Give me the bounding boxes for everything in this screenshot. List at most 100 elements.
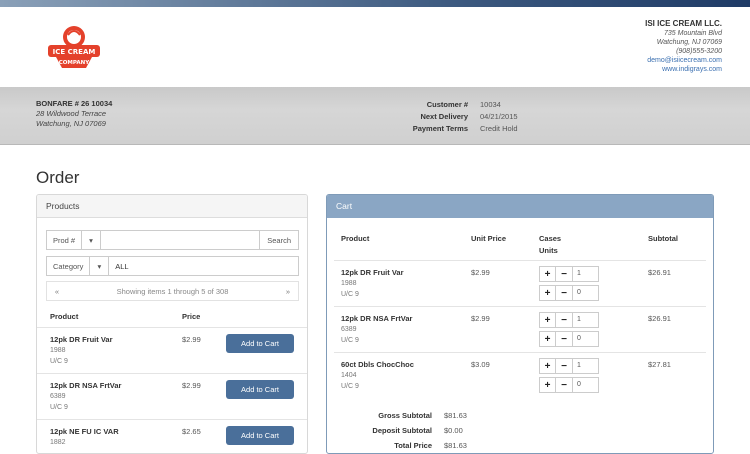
customer-name: BONFARE # 26 10034 — [36, 99, 113, 108]
units-stepper: + − 0 — [539, 331, 599, 347]
company-info: ISI ICE CREAM LLC. 735 Mountain Blvd Wat… — [645, 19, 722, 74]
cases-stepper: + − 1 — [539, 312, 599, 328]
decrement-units-button[interactable]: − — [556, 331, 573, 347]
cart-col-product: Product — [341, 234, 370, 243]
product-name: 12pk DR NSA FrtVar — [50, 381, 122, 390]
search-field-dropdown[interactable]: Prod # — [47, 231, 83, 249]
product-code: 6389 — [50, 393, 66, 400]
cart-item-price: $2.99 — [471, 314, 490, 323]
minus-icon: − — [561, 333, 567, 345]
plus-icon: + — [544, 333, 551, 345]
col-product: Product — [50, 312, 79, 321]
product-search-input[interactable] — [101, 231, 259, 249]
cases-input[interactable]: 1 — [573, 358, 599, 374]
product-price: $2.65 — [182, 427, 201, 436]
add-to-cart-button[interactable]: Add to Cart — [226, 380, 294, 399]
product-code: 1988 — [50, 347, 66, 354]
units-input[interactable]: 0 — [573, 331, 599, 347]
next-delivery-value: 04/21/2015 — [480, 112, 518, 121]
company-phone: (908)555-3200 — [676, 48, 722, 55]
decrement-units-button[interactable]: − — [556, 377, 573, 393]
category-dropdown[interactable]: Category — [47, 257, 91, 275]
units-input[interactable]: 0 — [573, 377, 599, 393]
cart-item-code: 6389 — [341, 326, 357, 333]
gross-subtotal-label: Gross Subtotal — [378, 411, 432, 420]
cart-item-price: $3.09 — [471, 360, 490, 369]
logo-text-line2: COMPANY — [59, 60, 91, 66]
cases-input[interactable]: 1 — [573, 266, 599, 282]
next-delivery-row: Next Delivery 04/21/2015 — [408, 111, 518, 123]
category-label: Category — [53, 261, 84, 271]
units-stepper: + − 0 — [539, 377, 599, 393]
company-address-1: 735 Mountain Blvd — [664, 30, 722, 37]
product-row: 12pk NE FU IC VAR 1882 $2.65 Add to Cart — [37, 419, 307, 453]
increment-cases-button[interactable]: + — [539, 358, 556, 374]
add-to-cart-button[interactable]: Add to Cart — [226, 334, 294, 353]
cart-item-unit-count: U/C 9 — [341, 383, 359, 390]
search-field-caret[interactable]: ▾ — [82, 231, 101, 249]
product-name: 12pk DR Fruit Var — [50, 335, 113, 344]
company-name: ISI ICE CREAM LLC. — [645, 19, 722, 28]
product-name: 12pk NE FU IC VAR — [50, 427, 119, 436]
deposit-subtotal-label: Deposit Subtotal — [372, 426, 432, 435]
add-to-cart-button[interactable]: Add to Cart — [226, 426, 294, 445]
cart-row: 60ct Dbls ChocChoc 1404 U/C 9 $3.09 + − … — [334, 352, 706, 398]
product-price: $2.99 — [182, 335, 201, 344]
cases-stepper: + − 1 — [539, 358, 599, 374]
increment-units-button[interactable]: + — [539, 331, 556, 347]
plus-icon: + — [544, 360, 551, 372]
payment-terms-value: Credit Hold — [480, 124, 518, 133]
minus-icon: − — [561, 360, 567, 372]
units-input[interactable]: 0 — [573, 285, 599, 301]
top-accent-bar — [0, 0, 750, 7]
decrement-cases-button[interactable]: − — [556, 312, 573, 328]
search-button[interactable]: Search — [259, 231, 298, 249]
cart-item-unit-count: U/C 9 — [341, 337, 359, 344]
gross-subtotal-value: $81.63 — [444, 411, 467, 420]
plus-icon: + — [544, 287, 551, 299]
decrement-cases-button[interactable]: − — [556, 266, 573, 282]
company-web-link[interactable]: www.indigrays.com — [645, 65, 722, 74]
customer-address-2: Watchung, NJ 07069 — [36, 119, 106, 128]
increment-cases-button[interactable]: + — [539, 312, 556, 328]
minus-icon: − — [561, 379, 567, 391]
increment-units-button[interactable]: + — [539, 285, 556, 301]
decrement-cases-button[interactable]: − — [556, 358, 573, 374]
plus-icon: + — [544, 268, 551, 280]
deposit-subtotal-value: $0.00 — [444, 426, 463, 435]
caret-down-icon: ▾ — [89, 235, 93, 245]
search-field-label: Prod # — [53, 235, 76, 245]
product-price: $2.99 — [182, 381, 201, 390]
company-email-link[interactable]: demo@isiicecream.com — [645, 56, 722, 65]
products-panel: Products Prod # ▾ Search Category ▾ ALL … — [36, 194, 308, 454]
minus-icon: − — [561, 314, 567, 326]
cart-item-code: 1404 — [341, 372, 357, 379]
cart-item-unit-count: U/C 9 — [341, 291, 359, 298]
customer-address: BONFARE # 26 10034 28 Wildwood Terrace W… — [36, 99, 112, 129]
decrement-units-button[interactable]: − — [556, 285, 573, 301]
cart-col-cases: Cases — [539, 234, 562, 243]
cart-col-units: Units — [539, 246, 558, 255]
category-caret[interactable]: ▾ — [90, 257, 110, 275]
customer-bar: BONFARE # 26 10034 28 Wildwood Terrace W… — [0, 87, 750, 145]
cases-input[interactable]: 1 — [573, 312, 599, 328]
pager-next-button[interactable]: » — [278, 287, 298, 296]
category-value[interactable]: ALL — [109, 262, 134, 271]
cart-col-subtotal: Subtotal — [648, 234, 678, 243]
cart-row: 12pk DR Fruit Var 1988 U/C 9 $2.99 + − 1… — [334, 260, 706, 306]
page-title: Order — [36, 168, 80, 187]
cart-item-subtotal: $26.91 — [648, 268, 671, 277]
product-unit-count: U/C 9 — [50, 358, 68, 365]
customer-details: Customer # 10034 Next Delivery 04/21/201… — [408, 99, 518, 135]
pager-prev-button[interactable]: « — [47, 287, 67, 296]
increment-cases-button[interactable]: + — [539, 266, 556, 282]
increment-units-button[interactable]: + — [539, 377, 556, 393]
product-unit-count: U/C 9 — [50, 404, 68, 411]
cart-item-name: 12pk DR NSA FrtVar — [341, 314, 413, 323]
cart-item-price: $2.99 — [471, 268, 490, 277]
company-address-2: Watchung, NJ 07069 — [656, 39, 722, 46]
payment-terms-label: Payment Terms — [412, 124, 468, 133]
payment-terms-row: Payment Terms Credit Hold — [408, 123, 518, 135]
logo-text-line1: ICE CREAM — [53, 48, 96, 56]
company-logo[interactable]: ICE CREAM COMPANY — [42, 21, 106, 77]
